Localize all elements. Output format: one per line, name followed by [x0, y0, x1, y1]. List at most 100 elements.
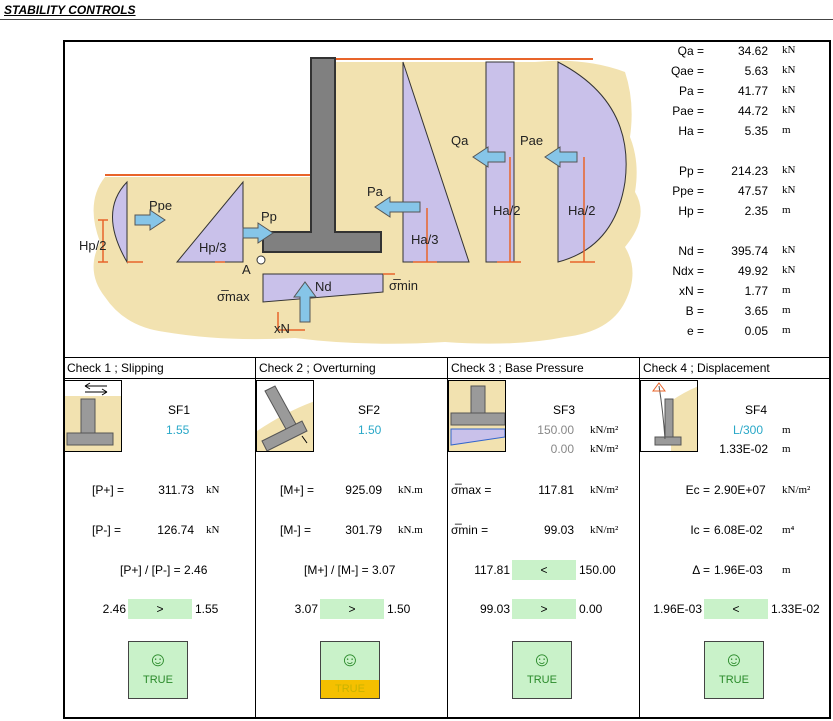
m-minus-label: [M-] =	[280, 523, 312, 537]
ec-unit: kN/m²	[782, 484, 811, 496]
result-unit: kN	[782, 184, 796, 196]
check4-cmp-right: 1.33E-02	[771, 602, 820, 616]
result-unit: m	[782, 204, 791, 216]
sf2-value: 1.50	[358, 423, 382, 437]
p-plus-value: 311.73	[158, 483, 194, 497]
check4-header: Check 4 ; Displacement	[643, 361, 770, 375]
check4-cmp-op: <	[704, 599, 768, 619]
m-ratio: [M+] / [M-] = 3.07	[304, 563, 396, 577]
m-plus-value: 925.09	[345, 483, 382, 497]
result-value: 3.65	[744, 304, 768, 318]
result-unit: kN	[782, 244, 796, 256]
sf4-value2: 1.33E-02	[719, 442, 768, 456]
result-unit: m	[782, 284, 791, 296]
check3-cmp-left: 99.03	[479, 602, 510, 616]
m-minus-value: 301.79	[345, 523, 382, 537]
base-pressure-thumbnail	[448, 380, 506, 452]
result-label: Pp =	[678, 164, 704, 178]
delta-value: 1.96E-03	[714, 563, 763, 577]
label-sigma-max: σ̅max	[217, 289, 250, 304]
page-title: STABILITY CONTROLS	[4, 3, 136, 17]
p-plus-unit: kN	[206, 484, 220, 496]
result-unit: kN	[782, 64, 796, 76]
p-minus-value: 126.74	[157, 523, 194, 537]
check2-cmp-left: 3.07	[294, 602, 318, 616]
label-hp3: Hp/3	[199, 240, 226, 255]
m-plus-unit: kN.m	[398, 484, 423, 496]
ic-unit: m⁴	[782, 524, 795, 536]
p-minus-label: [P-] =	[92, 523, 122, 537]
ic-label: Ic =	[690, 523, 710, 537]
check3-status: ☺ TRUE	[512, 641, 572, 699]
sf1-value: 1.55	[166, 423, 190, 437]
check3-cmp1-op: <	[512, 560, 576, 580]
check4-status: ☺ TRUE	[704, 641, 764, 699]
sf1-label: SF1	[168, 403, 191, 417]
label-pa: Pa	[367, 184, 384, 199]
overturning-thumbnail	[256, 380, 314, 452]
result-label: e =	[686, 324, 704, 338]
sigma-max-unit: kN/m²	[590, 484, 619, 496]
check2-cmp-right: 1.50	[387, 602, 411, 616]
check4-status-text: TRUE	[719, 674, 749, 686]
p-minus-unit: kN	[206, 524, 220, 536]
sf2-label: SF2	[358, 403, 381, 417]
sf4-unit: m	[782, 424, 791, 436]
sigma-min-label: σ̅min =	[451, 523, 489, 537]
check3-status-text: TRUE	[527, 674, 557, 686]
result-label: Ha =	[678, 124, 704, 138]
result-unit: kN	[782, 104, 796, 116]
check1-status: ☺ TRUE	[128, 641, 188, 699]
check4-cmp-left: 1.96E-03	[653, 602, 702, 616]
check1-header: Check 1 ; Slipping	[67, 361, 164, 375]
sf4-label: SF4	[745, 403, 768, 417]
ec-value: 2.90E+07	[714, 483, 766, 497]
smiley-icon: ☺	[147, 649, 169, 671]
check2-header: Check 2 ; Overturning	[259, 361, 376, 375]
result-label: Ppe =	[672, 184, 704, 198]
label-pp: Pp	[261, 209, 277, 224]
label-sigma-min: σ̅min	[389, 278, 418, 293]
label-pae: Pae	[520, 133, 543, 148]
result-value: 47.57	[737, 184, 768, 198]
sf3-unit-max: kN/m²	[590, 424, 619, 436]
result-unit: kN	[782, 84, 796, 96]
result-label: Pa =	[678, 84, 704, 98]
m-plus-label: [M+] =	[280, 483, 315, 497]
sf3-value-max: 150.00	[537, 423, 574, 437]
label-ppe: Ppe	[149, 198, 172, 213]
check2-status-text: TRUE	[321, 680, 379, 698]
smiley-icon: ☺	[531, 649, 553, 671]
sf3-label: SF3	[553, 403, 576, 417]
result-unit: m	[782, 324, 791, 336]
toe-point-a	[256, 255, 266, 265]
result-value: 34.62	[737, 44, 768, 58]
result-value: 214.23	[731, 164, 768, 178]
retaining-wall-diagram: Hp/2 Ppe Hp/3 Pp Pa Ha/3 Qa Ha/2 Pae Ha/…	[79, 57, 641, 344]
result-value: 2.35	[744, 204, 768, 218]
label-ha2-b: Ha/2	[568, 203, 595, 218]
result-label: Nd =	[678, 244, 704, 258]
sf4-value: L/300	[733, 423, 764, 437]
label-ha2-a: Ha/2	[493, 203, 520, 218]
label-xn: xN	[274, 321, 290, 336]
check3-cmp1-right: 150.00	[579, 563, 616, 577]
result-label: Pae =	[672, 104, 704, 118]
check1-cmp-op: >	[128, 599, 192, 619]
ec-label: Ec =	[685, 483, 710, 497]
smiley-icon: ☺	[723, 649, 745, 671]
result-value: 49.92	[737, 264, 768, 278]
sf4-unit2: m	[782, 443, 791, 455]
smiley-icon: ☺	[339, 649, 361, 671]
label-hp2: Hp/2	[79, 238, 106, 253]
check1-cmp-right: 1.55	[195, 602, 219, 616]
sf3-unit-min: kN/m²	[590, 443, 619, 455]
check1-status-text: TRUE	[143, 674, 173, 686]
result-value: 1.77	[744, 284, 768, 298]
label-a: A	[242, 262, 251, 277]
result-unit: m	[782, 124, 791, 136]
sigma-max-value: 117.81	[538, 483, 574, 497]
result-value: 41.77	[737, 84, 768, 98]
p-plus-label: [P+] =	[92, 483, 125, 497]
result-value: 5.63	[744, 64, 768, 78]
